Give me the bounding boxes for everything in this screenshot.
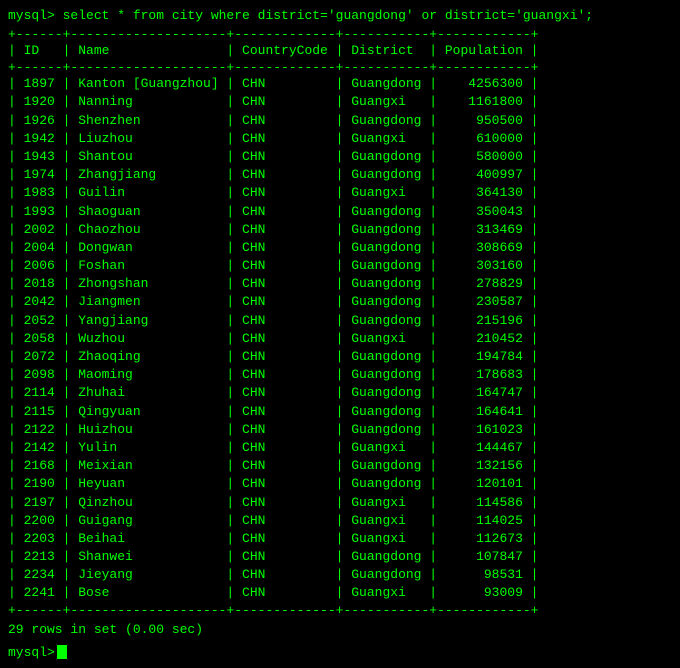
table-body: | 1897 | Kanton [Guangzhou] | CHN | Guan… xyxy=(8,75,672,602)
table-row: | 1974 | Zhangjiang | CHN | Guangdong | … xyxy=(8,166,672,184)
table-row: | 1920 | Nanning | CHN | Guangxi | 11618… xyxy=(8,93,672,111)
table-row: | 2142 | Yulin | CHN | Guangxi | 144467 … xyxy=(8,439,672,457)
table-row: | 2042 | Jiangmen | CHN | Guangdong | 23… xyxy=(8,293,672,311)
separator-mid: +------+--------------------+-----------… xyxy=(8,60,672,75)
terminal-window: mysql> select * from city where district… xyxy=(8,8,672,660)
result-info: 29 rows in set (0.00 sec) xyxy=(8,622,672,637)
prompt-text: mysql> xyxy=(8,645,55,660)
table-row: | 2006 | Foshan | CHN | Guangdong | 3031… xyxy=(8,257,672,275)
sql-command: mysql> select * from city where district… xyxy=(8,8,672,23)
table-header: | ID | Name | CountryCode | District | P… xyxy=(8,42,672,60)
table-row: | 2200 | Guigang | CHN | Guangxi | 11402… xyxy=(8,512,672,530)
table-row: | 1943 | Shantou | CHN | Guangdong | 580… xyxy=(8,148,672,166)
table-row: | 2002 | Chaozhou | CHN | Guangdong | 31… xyxy=(8,221,672,239)
separator-top: +------+--------------------+-----------… xyxy=(8,27,672,42)
prompt-line: mysql> xyxy=(8,645,672,660)
table-row: | 2190 | Heyuan | CHN | Guangdong | 1201… xyxy=(8,475,672,493)
table-row: | 1926 | Shenzhen | CHN | Guangdong | 95… xyxy=(8,112,672,130)
table-row: | 2197 | Qinzhou | CHN | Guangxi | 11458… xyxy=(8,494,672,512)
table-row: | 1993 | Shaoguan | CHN | Guangdong | 35… xyxy=(8,203,672,221)
table-row: | 2018 | Zhongshan | CHN | Guangdong | 2… xyxy=(8,275,672,293)
separator-bottom: +------+--------------------+-----------… xyxy=(8,603,672,618)
table-row: | 2004 | Dongwan | CHN | Guangdong | 308… xyxy=(8,239,672,257)
table-row: | 2058 | Wuzhou | CHN | Guangxi | 210452… xyxy=(8,330,672,348)
table-row: | 2168 | Meixian | CHN | Guangdong | 132… xyxy=(8,457,672,475)
table-row: | 1983 | Guilin | CHN | Guangxi | 364130… xyxy=(8,184,672,202)
table-row: | 1942 | Liuzhou | CHN | Guangxi | 61000… xyxy=(8,130,672,148)
table-row: | 2114 | Zhuhai | CHN | Guangdong | 1647… xyxy=(8,384,672,402)
table-row: | 2052 | Yangjiang | CHN | Guangdong | 2… xyxy=(8,312,672,330)
table-row: | 2072 | Zhaoqing | CHN | Guangdong | 19… xyxy=(8,348,672,366)
table-row: | 2203 | Beihai | CHN | Guangxi | 112673… xyxy=(8,530,672,548)
table-row: | 2122 | Huizhou | CHN | Guangdong | 161… xyxy=(8,421,672,439)
results-table: +------+--------------------+-----------… xyxy=(8,27,672,618)
table-row: | 2213 | Shanwei | CHN | Guangdong | 107… xyxy=(8,548,672,566)
cursor-block xyxy=(57,645,67,659)
table-row: | 2234 | Jieyang | CHN | Guangdong | 985… xyxy=(8,566,672,584)
table-row: | 2098 | Maoming | CHN | Guangdong | 178… xyxy=(8,366,672,384)
table-row: | 2115 | Qingyuan | CHN | Guangdong | 16… xyxy=(8,403,672,421)
table-row: | 1897 | Kanton [Guangzhou] | CHN | Guan… xyxy=(8,75,672,93)
